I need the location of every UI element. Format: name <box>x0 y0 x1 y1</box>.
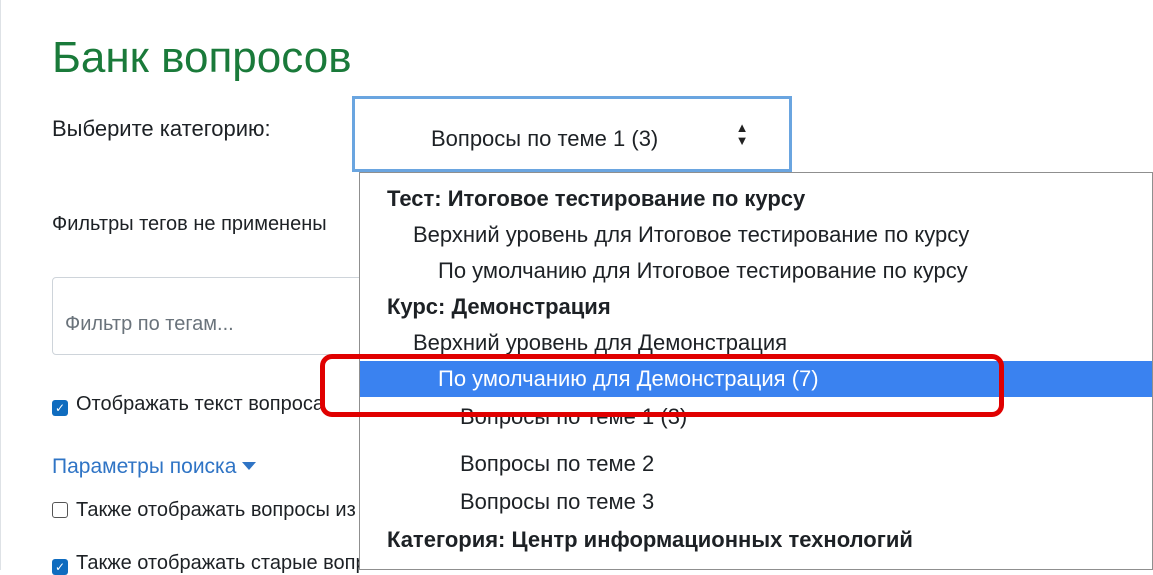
search-options-label: Параметры поиска <box>52 455 237 478</box>
dropdown-option[interactable]: Верхний уровень для Итоговое тестировани… <box>360 217 1152 253</box>
checkbox-checked-icon: ✓ <box>52 559 68 575</box>
dropdown-option[interactable]: Вопросы по теме 1 (3) <box>360 399 1152 435</box>
category-dropdown-list[interactable]: Тест: Итоговое тестирование по курсу Вер… <box>359 172 1153 570</box>
tag-filter-placeholder: Фильтр по тегам... <box>65 313 234 335</box>
also-show-old-label: Также отображать старые вопросы <box>76 552 403 574</box>
content-left-border <box>0 0 1 570</box>
dropdown-option[interactable]: По умолчанию для Итоговое тестирование п… <box>360 253 1152 289</box>
search-options-link[interactable]: Параметры поиска <box>52 455 257 479</box>
show-question-text-checkbox[interactable]: ✓ Отображать текст вопроса <box>52 392 324 416</box>
dropdown-group-course: Курс: Демонстрация <box>387 294 611 319</box>
checkbox-checked-icon: ✓ <box>52 400 68 416</box>
dropdown-option[interactable]: Вопросы по теме 2 <box>360 446 1152 482</box>
show-question-text-label: Отображать текст вопроса <box>76 393 324 415</box>
tag-filter-input[interactable]: Фильтр по тегам... <box>52 277 412 355</box>
dropdown-group-category: Категория: Центр информационных технолог… <box>387 527 913 552</box>
page-title: Банк вопросов <box>52 33 352 82</box>
dropdown-option[interactable]: Верхний уровень для Демонстрация <box>360 325 1152 361</box>
category-select-value: Вопросы по теме 1 (3) <box>431 126 659 151</box>
category-label: Выберите категорию: <box>52 116 271 141</box>
dropdown-group-quiz: Тест: Итоговое тестирование по курсу <box>387 186 806 211</box>
dropdown-option-selected[interactable]: По умолчанию для Демонстрация (7) <box>360 361 1152 397</box>
tag-filters-note: Фильтры тегов не применены <box>52 213 327 235</box>
also-show-old-checkbox[interactable]: ✓ Также отображать старые вопросы <box>52 551 402 575</box>
caret-down-icon <box>242 462 257 470</box>
dropdown-option[interactable]: Вопросы по теме 3 <box>360 484 1152 520</box>
checkbox-unchecked-icon <box>52 502 68 518</box>
category-select[interactable]: Вопросы по теме 1 (3) ▲ ▼ <box>352 96 792 172</box>
select-arrows-icon: ▲ ▼ <box>735 120 749 148</box>
